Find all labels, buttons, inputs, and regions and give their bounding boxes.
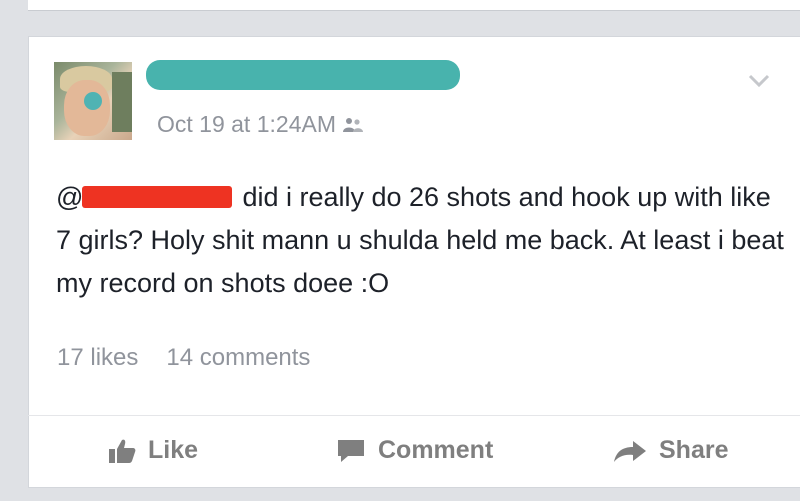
share-label: Share bbox=[659, 436, 729, 464]
thumbs-up-icon bbox=[109, 439, 136, 463]
comments-count[interactable]: 14 comments bbox=[166, 344, 310, 371]
share-button[interactable]: Share bbox=[613, 436, 728, 465]
likes-count[interactable]: 17 likes bbox=[57, 344, 138, 371]
like-label: Like bbox=[148, 436, 199, 464]
speech-bubble-icon bbox=[338, 439, 364, 462]
share-arrow-icon bbox=[614, 440, 646, 462]
post-actions-bar: Like Comment Share bbox=[28, 416, 800, 488]
post-stats: 17 likes 14 comments bbox=[57, 344, 310, 372]
previous-post-edge bbox=[28, 0, 800, 11]
feed-background bbox=[0, 492, 800, 501]
friends-icon bbox=[342, 117, 363, 132]
avatar-background bbox=[112, 72, 132, 132]
post-timestamp-row: Oct 19 at 1:24AM bbox=[157, 111, 364, 138]
profile-avatar[interactable] bbox=[54, 62, 132, 140]
mention-redaction bbox=[82, 186, 233, 208]
comment-button[interactable]: Comment bbox=[336, 436, 493, 465]
like-button[interactable]: Like bbox=[108, 436, 198, 465]
post-timestamp[interactable]: Oct 19 at 1:24AM bbox=[157, 111, 336, 138]
comment-label: Comment bbox=[378, 436, 494, 464]
author-name-redaction bbox=[146, 60, 460, 90]
post-body: @d did i really do 26 shots and hook up w… bbox=[56, 176, 786, 305]
avatar-redaction-dot bbox=[84, 92, 102, 110]
chevron-down-icon[interactable] bbox=[748, 74, 770, 88]
